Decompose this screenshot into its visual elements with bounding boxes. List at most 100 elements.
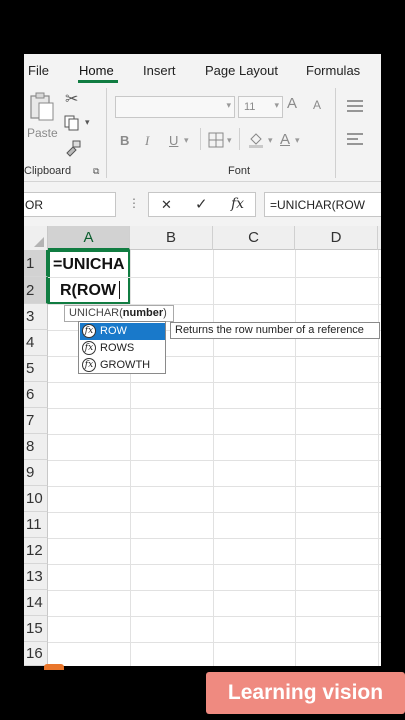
align-left-icon[interactable] [346, 131, 364, 147]
tab-insert[interactable]: Insert [143, 63, 176, 78]
row-header-16[interactable]: 16 [24, 642, 48, 666]
autocomplete-item[interactable]: fx ROWS [80, 340, 165, 357]
function-icon: fx [82, 358, 96, 372]
row-header-12[interactable]: 12 [24, 538, 48, 564]
row-gridline [48, 434, 381, 435]
paste-label: Paste [27, 126, 58, 140]
row-gridline [48, 538, 381, 539]
column-gridline [378, 250, 379, 666]
row-header-11[interactable]: 11 [24, 512, 48, 538]
row-gridline [48, 616, 381, 617]
row-gridline [48, 460, 381, 461]
autocomplete-item-label: ROW [100, 325, 127, 337]
underline-button[interactable]: U [169, 133, 178, 148]
row-header-2[interactable]: 2 [24, 277, 48, 304]
row-header-4[interactable]: 4 [24, 330, 48, 356]
row-header-3[interactable]: 3 [24, 304, 48, 330]
row-gridline [48, 277, 381, 278]
format-painter-icon[interactable] [64, 139, 82, 157]
shrink-font-button[interactable]: A [313, 98, 321, 112]
column-gridline [295, 250, 296, 666]
borders-icon[interactable] [208, 132, 224, 148]
cell-text-line-2: R(ROW [60, 282, 116, 299]
cancel-button[interactable]: ✕ [161, 198, 172, 211]
font-group-label: Font [228, 165, 251, 177]
chevron-down-icon[interactable]: ▾ [268, 136, 273, 145]
clipboard-launcher-icon[interactable]: ⧉ [93, 167, 99, 176]
more-options-icon[interactable]: ⋮ [128, 197, 140, 209]
row-header-14[interactable]: 14 [24, 590, 48, 616]
autocomplete-item-label: GROWTH [100, 359, 151, 371]
active-tab-indicator [78, 80, 118, 83]
paste-button[interactable]: Paste [26, 92, 58, 142]
chevron-down-icon[interactable]: ▾ [295, 136, 300, 145]
clipboard-group-label: Clipboard [24, 165, 72, 177]
name-box[interactable]: OR [24, 192, 116, 217]
formula-buttons: ✕ ✓ fx [148, 192, 256, 217]
font-name-box[interactable]: ▾ [115, 96, 235, 118]
align-top-icon[interactable] [346, 98, 364, 114]
row-header-13[interactable]: 13 [24, 564, 48, 590]
group-divider [106, 88, 107, 178]
row-header-8[interactable]: 8 [24, 434, 48, 460]
bold-button[interactable]: B [120, 133, 129, 148]
column-header-a[interactable]: A [48, 226, 130, 250]
column-header-b[interactable]: B [130, 226, 213, 250]
chevron-down-icon: ▾ [226, 100, 231, 110]
copy-icon[interactable] [63, 114, 81, 132]
column-gridline [213, 250, 214, 666]
grow-font-button[interactable]: A [287, 95, 297, 112]
tab-page-layout[interactable]: Page Layout [205, 63, 278, 78]
group-divider [335, 88, 336, 178]
row-header-6[interactable]: 6 [24, 382, 48, 408]
row-gridline [48, 382, 381, 383]
tooltip-function: UNICHAR( [69, 307, 123, 319]
insert-function-button[interactable]: fx [231, 197, 244, 211]
fill-color-icon[interactable] [247, 131, 265, 149]
floating-button-edge [44, 664, 64, 670]
column-header-d[interactable]: D [295, 226, 378, 250]
row-gridline [48, 486, 381, 487]
row-header-10[interactable]: 10 [24, 486, 48, 512]
autocomplete-list: fx ROW fx ROWS fx GROWTH [78, 321, 166, 374]
row-gridline [48, 642, 381, 643]
excel-window: File Home Insert Page Layout Formulas Pa… [24, 54, 381, 666]
autocomplete-item[interactable]: fx ROW [80, 323, 165, 340]
formula-input[interactable]: =UNICHAR(ROW [264, 192, 381, 217]
cut-icon[interactable]: ✂ [65, 92, 78, 108]
autocomplete-item[interactable]: fx GROWTH [80, 357, 165, 374]
row-gridline [48, 590, 381, 591]
chevron-down-icon[interactable]: ▾ [184, 136, 189, 145]
row-gridline [48, 408, 381, 409]
autocomplete-item-label: ROWS [100, 342, 135, 354]
ribbon: Paste ✂ ▾ Clipboard ⧉ ▾ 11 ▾ A A B I U ▾ [24, 84, 381, 182]
row-gridline [48, 564, 381, 565]
ribbon-tabs: File Home Insert Page Layout Formulas [24, 54, 381, 84]
italic-button[interactable]: I [145, 133, 149, 149]
row-gridline [48, 512, 381, 513]
divider [239, 128, 240, 150]
formula-text: =UNICHAR(ROW [270, 198, 365, 212]
row-header-7[interactable]: 7 [24, 408, 48, 434]
enter-button[interactable]: ✓ [195, 197, 208, 212]
function-description-tooltip: Returns the row number of a reference [170, 322, 380, 339]
divider [200, 128, 201, 150]
row-header-9[interactable]: 9 [24, 460, 48, 486]
tab-formulas[interactable]: Formulas [306, 63, 360, 78]
name-box-value: OR [25, 198, 43, 212]
text-cursor [119, 281, 120, 299]
clipboard-icon [30, 92, 54, 121]
row-header-15[interactable]: 15 [24, 616, 48, 642]
chevron-down-icon[interactable]: ▾ [227, 136, 232, 145]
copy-dropdown-icon[interactable]: ▾ [85, 118, 90, 127]
tab-home[interactable]: Home [79, 63, 114, 78]
row-header-1[interactable]: 1 [24, 250, 48, 277]
function-argument-tooltip[interactable]: UNICHAR(number) [64, 305, 174, 322]
tab-file[interactable]: File [28, 63, 49, 78]
font-size-box[interactable]: 11 ▾ [238, 96, 283, 118]
worksheet-grid[interactable]: A B C D 1 2 3 4 5 6 7 8 9 10 11 12 13 14… [24, 226, 381, 666]
font-color-button[interactable]: A [280, 131, 290, 148]
row-header-5[interactable]: 5 [24, 356, 48, 382]
column-header-c[interactable]: C [213, 226, 295, 250]
select-all-button[interactable] [24, 226, 48, 250]
